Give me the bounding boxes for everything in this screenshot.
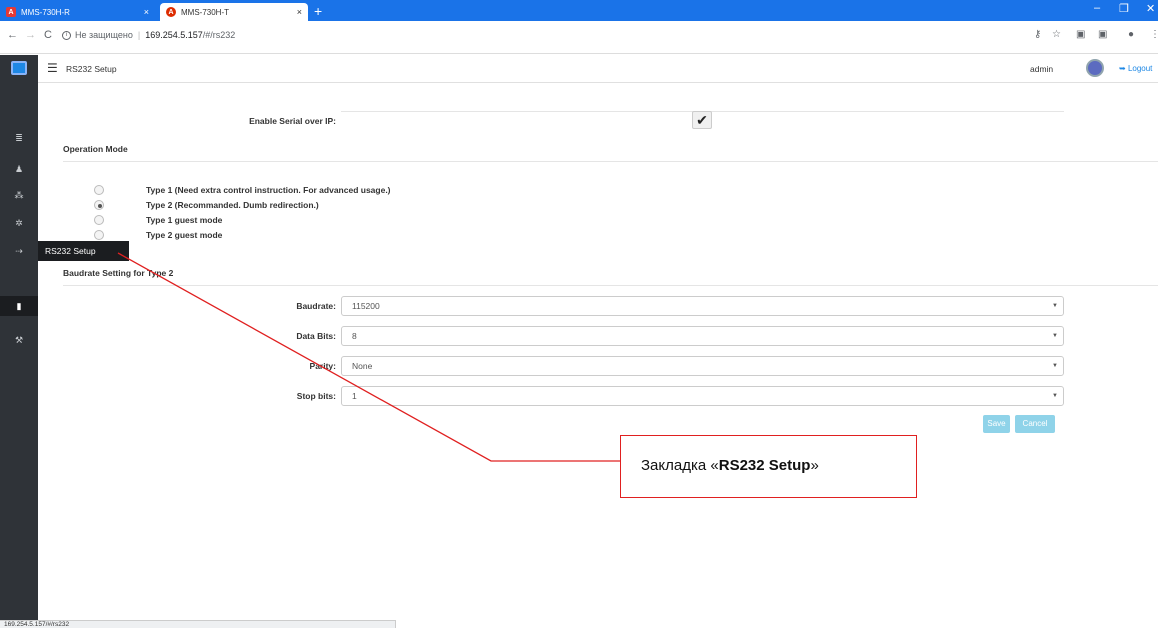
- window-close-icon[interactable]: ✕: [1146, 2, 1155, 15]
- baudrate-select[interactable]: 115200 ▼: [341, 296, 1064, 316]
- security-label: Не защищено: [75, 30, 133, 40]
- url-host: 169.254.5.157: [145, 30, 203, 40]
- divider: [63, 161, 1158, 162]
- radio-type1-guest[interactable]: [94, 215, 104, 225]
- key-icon[interactable]: ⚷: [1034, 29, 1041, 40]
- tab-title: MMS-730H-T: [181, 7, 230, 17]
- app-header: ☰ RS232 Setup admin ➥ Logout: [38, 55, 1158, 83]
- address-bar: ← → C i Не защищено | 169.254.5.157 /#/r…: [0, 21, 1158, 54]
- select-value: None: [352, 361, 373, 371]
- list-icon[interactable]: ≣: [0, 128, 38, 148]
- close-tab-icon[interactable]: ×: [297, 7, 302, 17]
- new-tab-button[interactable]: +: [314, 3, 322, 19]
- chevron-down-icon: ▼: [1052, 333, 1058, 339]
- callout-prefix: Закладка «: [641, 457, 719, 474]
- page-title: RS232 Setup: [66, 64, 117, 74]
- extension-icon[interactable]: ▣: [1076, 29, 1085, 40]
- username: admin: [1030, 64, 1054, 74]
- mode-type1-guest-row[interactable]: Type 1 guest mode: [94, 213, 222, 227]
- enable-serial-checkbox[interactable]: ✔: [692, 111, 712, 129]
- url-path: /#/rs232: [202, 30, 236, 40]
- baudrate-label: Baudrate:: [296, 301, 336, 311]
- enable-serial-label: Enable Serial over IP:: [249, 116, 336, 126]
- browser-tab-2[interactable]: A MMS-730H-T ×: [160, 3, 308, 21]
- extension-2-icon[interactable]: ▣: [1098, 29, 1107, 40]
- url-separator: |: [137, 30, 141, 40]
- network-icon[interactable]: ⁂: [0, 185, 38, 205]
- annotation-callout: Закладка «RS232 Setup»: [620, 435, 917, 498]
- data-bits-select[interactable]: 8 ▼: [341, 326, 1064, 346]
- close-tab-icon[interactable]: ×: [144, 7, 149, 17]
- url-field[interactable]: i Не защищено | 169.254.5.157 /#/rs232: [62, 30, 235, 40]
- select-value: 8: [352, 331, 357, 341]
- reload-icon[interactable]: C: [44, 29, 52, 41]
- radio-label: Type 2 (Recommanded. Dumb redirection.): [146, 200, 319, 210]
- sidebar: ≣ ♟ ⁂ ✲ ⇢ ▮ ⚒: [0, 55, 38, 620]
- wrench-icon[interactable]: ⚒: [0, 330, 38, 350]
- parity-label: Parity:: [309, 361, 336, 371]
- radio-label: Type 2 guest mode: [146, 230, 223, 240]
- stop-bits-select[interactable]: 1 ▼: [341, 386, 1064, 406]
- baudrate-section-title: Baudrate Setting for Type 2: [63, 268, 174, 278]
- app-logo-icon[interactable]: [11, 61, 27, 75]
- save-button[interactable]: Save: [983, 415, 1010, 433]
- app-favicon-icon: A: [6, 7, 16, 17]
- chevron-down-icon: ▼: [1052, 393, 1058, 399]
- mode-type2-row[interactable]: Type 2 (Recommanded. Dumb redirection.): [94, 198, 319, 212]
- forward-arrow-icon[interactable]: →: [25, 29, 36, 41]
- select-value: 1: [352, 391, 357, 401]
- back-arrow-icon[interactable]: ←: [7, 29, 18, 41]
- callout-suffix: »: [810, 457, 819, 474]
- cancel-button[interactable]: Cancel: [1015, 415, 1055, 433]
- hamburger-menu-icon[interactable]: ☰: [47, 62, 58, 74]
- menu-dots-icon[interactable]: ⋮: [1150, 29, 1158, 40]
- gear-icon[interactable]: ✲: [0, 213, 38, 233]
- select-value: 115200: [352, 301, 380, 311]
- parity-select[interactable]: None ▼: [341, 356, 1064, 376]
- browser-tab-1[interactable]: A MMS-730H-R ×: [0, 3, 155, 21]
- radio-label: Type 1 (Need extra control instruction. …: [146, 185, 391, 195]
- minimize-icon[interactable]: –: [1094, 2, 1100, 14]
- radio-label: Type 1 guest mode: [146, 215, 223, 225]
- tab-title: MMS-730H-R: [21, 7, 70, 17]
- logout-label: Logout: [1127, 64, 1153, 73]
- browser-tab-bar: A MMS-730H-R × A MMS-730H-T × + – ❐ ✕: [0, 0, 1158, 21]
- mode-type2-guest-row[interactable]: Type 2 guest mode: [94, 228, 222, 242]
- profile-icon[interactable]: ●: [1128, 29, 1134, 40]
- chevron-down-icon: ▼: [1052, 303, 1058, 309]
- star-icon[interactable]: ☆: [1052, 29, 1061, 40]
- avatar[interactable]: [1086, 59, 1104, 77]
- callout-bold: RS232 Setup: [718, 457, 811, 474]
- radio-type2-guest[interactable]: [94, 230, 104, 240]
- info-icon[interactable]: i: [62, 30, 71, 40]
- chevron-down-icon: ▼: [1052, 363, 1058, 369]
- user-icon[interactable]: ♟: [0, 159, 38, 179]
- mode-type1-row[interactable]: Type 1 (Need extra control instruction. …: [94, 183, 391, 197]
- usb-icon[interactable]: ⇢: [0, 241, 38, 261]
- data-bits-label: Data Bits:: [296, 331, 336, 341]
- restore-icon[interactable]: ❐: [1119, 2, 1129, 15]
- serial-port-icon[interactable]: ▮: [0, 296, 38, 316]
- stop-bits-label: Stop bits:: [296, 391, 336, 401]
- logout-link[interactable]: ➥ Logout: [1119, 64, 1152, 73]
- radio-type2[interactable]: [94, 200, 104, 210]
- divider: [63, 285, 1158, 286]
- radio-type1[interactable]: [94, 185, 104, 195]
- operation-mode-title: Operation Mode: [63, 144, 128, 154]
- status-bar-url: 169.254.5.157/#/rs232: [0, 620, 396, 628]
- sidebar-flyout-rs232[interactable]: RS232 Setup: [38, 241, 129, 261]
- app-favicon-icon: A: [166, 7, 176, 17]
